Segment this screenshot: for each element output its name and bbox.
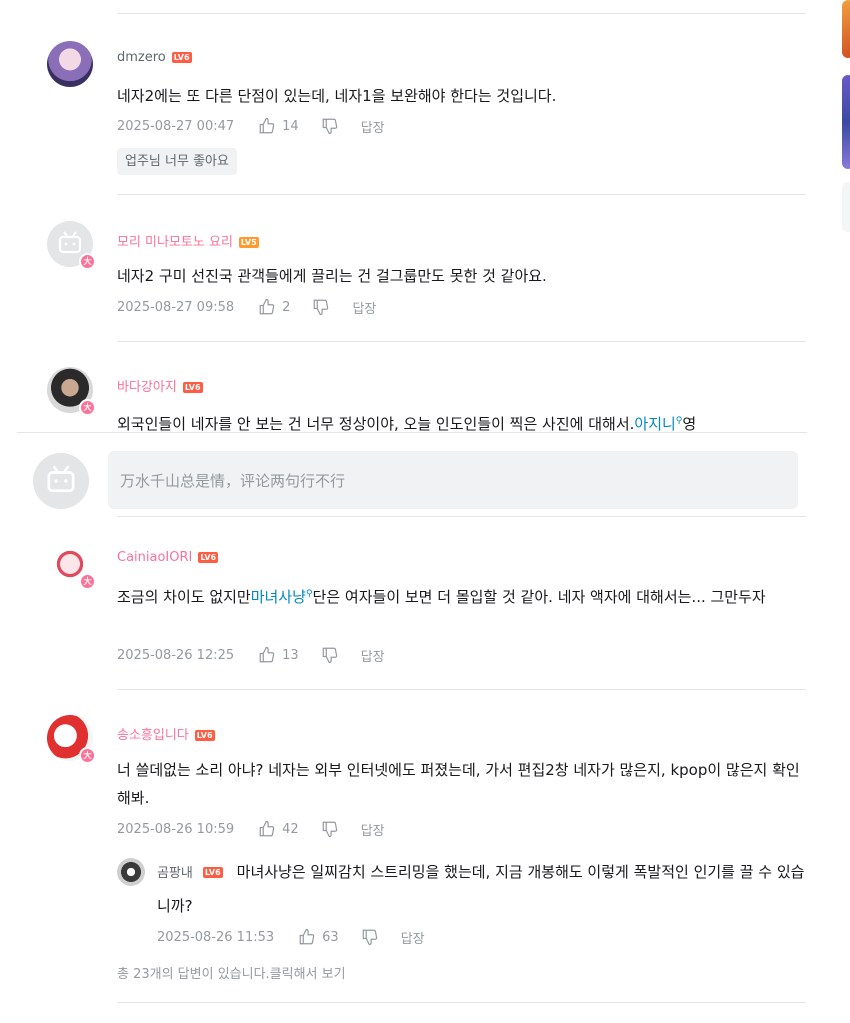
thumbs-down-icon <box>322 647 337 664</box>
reply-button[interactable]: 답장 <box>361 646 385 665</box>
vip-badge-icon: 大 <box>79 253 96 270</box>
default-avatar-icon <box>47 465 75 493</box>
comment-text: 조금의 차이도 없지만마녀사냥⚲단은 여자들이 보면 더 몰입할 것 같아. 네… <box>117 588 766 606</box>
comment-meta: 2025-08-27 09:58 2 답장 <box>117 297 376 317</box>
avatar[interactable]: 大 <box>47 541 96 590</box>
level-badge: LV6 <box>202 867 223 878</box>
comment-meta: 2025-08-26 12:25 13 답장 <box>117 645 385 665</box>
view-more-replies[interactable]: 총 23개의 답변이 있습니다.클릭해서 보기 <box>117 963 346 982</box>
level-badge: LV6 <box>182 382 203 393</box>
comment-text: 네자2 구미 선진국 관객들에게 끌리는 건 걸그룹만도 못한 것 같아요. <box>117 267 547 285</box>
thumbs-down-icon <box>322 118 337 135</box>
timestamp: 2025-08-26 12:25 <box>117 647 235 663</box>
avatar[interactable] <box>117 858 145 886</box>
username[interactable]: 모리 미나모토노 요리 LV5 <box>117 231 259 250</box>
timestamp: 2025-08-27 09:58 <box>117 299 235 315</box>
sub-reply-text: 곰팡내 LV6 마녀사냥은 일찌감치 스트리밍을 했는데, 지금 개봉해도 이렇게 … <box>157 863 805 915</box>
search-link[interactable]: 마녀사냥⚲ <box>251 588 313 606</box>
thumbs-up-icon <box>299 928 315 945</box>
comment-meta: 2025-08-26 10:59 42 답장 <box>117 819 385 839</box>
divider <box>117 1002 806 1003</box>
like-button[interactable]: 2 <box>258 298 290 316</box>
avatar[interactable]: 大 <box>47 715 96 764</box>
dislike-button[interactable] <box>321 646 339 664</box>
like-count: 42 <box>282 821 299 837</box>
thumbs-up-icon <box>259 117 275 134</box>
thumbs-up-icon <box>259 820 275 837</box>
reply-button[interactable]: 답장 <box>361 117 385 136</box>
search-icon: ⚲ <box>305 589 313 599</box>
username[interactable]: 곰팡내 <box>157 866 193 881</box>
like-count: 14 <box>282 118 299 134</box>
comment-editor: 万水千山总是情，评论两句行不行 <box>0 432 850 516</box>
divider <box>117 516 806 517</box>
level-badge: LV6 <box>171 52 192 63</box>
like-count: 13 <box>282 647 299 663</box>
comment-input[interactable]: 万水千山总是情，评论两句行不行 <box>108 451 798 509</box>
reply-button[interactable]: 답장 <box>401 928 425 947</box>
side-panel <box>842 182 850 232</box>
avatar[interactable]: 大 <box>47 221 96 270</box>
username[interactable]: CainiaoIORI LV6 <box>117 550 219 565</box>
like-button[interactable]: 13 <box>258 646 299 664</box>
timestamp: 2025-08-26 11:53 <box>157 929 275 945</box>
divider <box>117 13 806 14</box>
thumbs-up-icon <box>259 646 275 663</box>
dislike-button[interactable] <box>361 928 379 946</box>
divider <box>17 432 807 433</box>
thumbs-up-icon <box>259 298 275 315</box>
divider <box>117 689 806 690</box>
comment-text: 너 쓸데없는 소리 아냐? 네자는 외부 인터넷에도 퍼졌는데, 가서 편집2창… <box>117 761 800 807</box>
thumbs-down-icon <box>362 929 377 946</box>
divider <box>117 194 806 195</box>
avatar[interactable]: 大 <box>47 367 96 416</box>
vip-badge-icon: 大 <box>79 399 96 416</box>
level-badge: LV6 <box>194 730 215 741</box>
like-button[interactable]: 14 <box>258 117 299 135</box>
side-thumbnail-1[interactable] <box>842 0 850 58</box>
username[interactable]: 송소흥입니다 LV6 <box>117 724 215 743</box>
vip-badge-icon: 大 <box>79 573 96 590</box>
like-button[interactable]: 42 <box>258 820 299 838</box>
my-avatar[interactable] <box>33 453 89 509</box>
reply-button[interactable]: 답장 <box>361 820 385 839</box>
reply-button[interactable]: 답장 <box>352 298 376 317</box>
uploader-liked-tag: 업주님 너무 좋아요 <box>117 148 237 175</box>
comment-text: 네자2에는 또 다른 단점이 있는데, 네자1을 보완해야 한다는 것입니다. <box>117 87 557 105</box>
thumbs-down-icon <box>322 821 337 838</box>
side-thumbnail-2[interactable] <box>842 75 850 169</box>
timestamp: 2025-08-27 00:47 <box>117 118 235 134</box>
comment-meta: 2025-08-26 11:53 63 답장 <box>157 927 425 947</box>
level-badge: LV6 <box>198 552 219 563</box>
vip-badge-icon: 大 <box>79 747 96 764</box>
dislike-button[interactable] <box>321 820 339 838</box>
search-link[interactable]: 아지니⚲ <box>634 415 682 432</box>
divider <box>117 341 806 342</box>
username[interactable]: dmzero LV6 <box>117 50 192 65</box>
like-count: 63 <box>322 929 339 945</box>
avatar[interactable] <box>47 41 93 87</box>
timestamp: 2025-08-26 10:59 <box>117 821 235 837</box>
like-count: 2 <box>282 299 291 315</box>
dislike-button[interactable] <box>312 298 330 316</box>
like-button[interactable]: 63 <box>298 928 339 946</box>
level-badge: LV5 <box>238 237 259 248</box>
username[interactable]: 바다강아지 LV6 <box>117 376 203 395</box>
dislike-button[interactable] <box>321 117 339 135</box>
comment-text: 외국인들이 네자를 안 보는 건 너무 정상이야, 오늘 인도인들이 찍은 사진… <box>117 415 697 432</box>
thumbs-down-icon <box>314 299 329 316</box>
comment-meta: 2025-08-27 00:47 14 답장 <box>117 116 385 136</box>
